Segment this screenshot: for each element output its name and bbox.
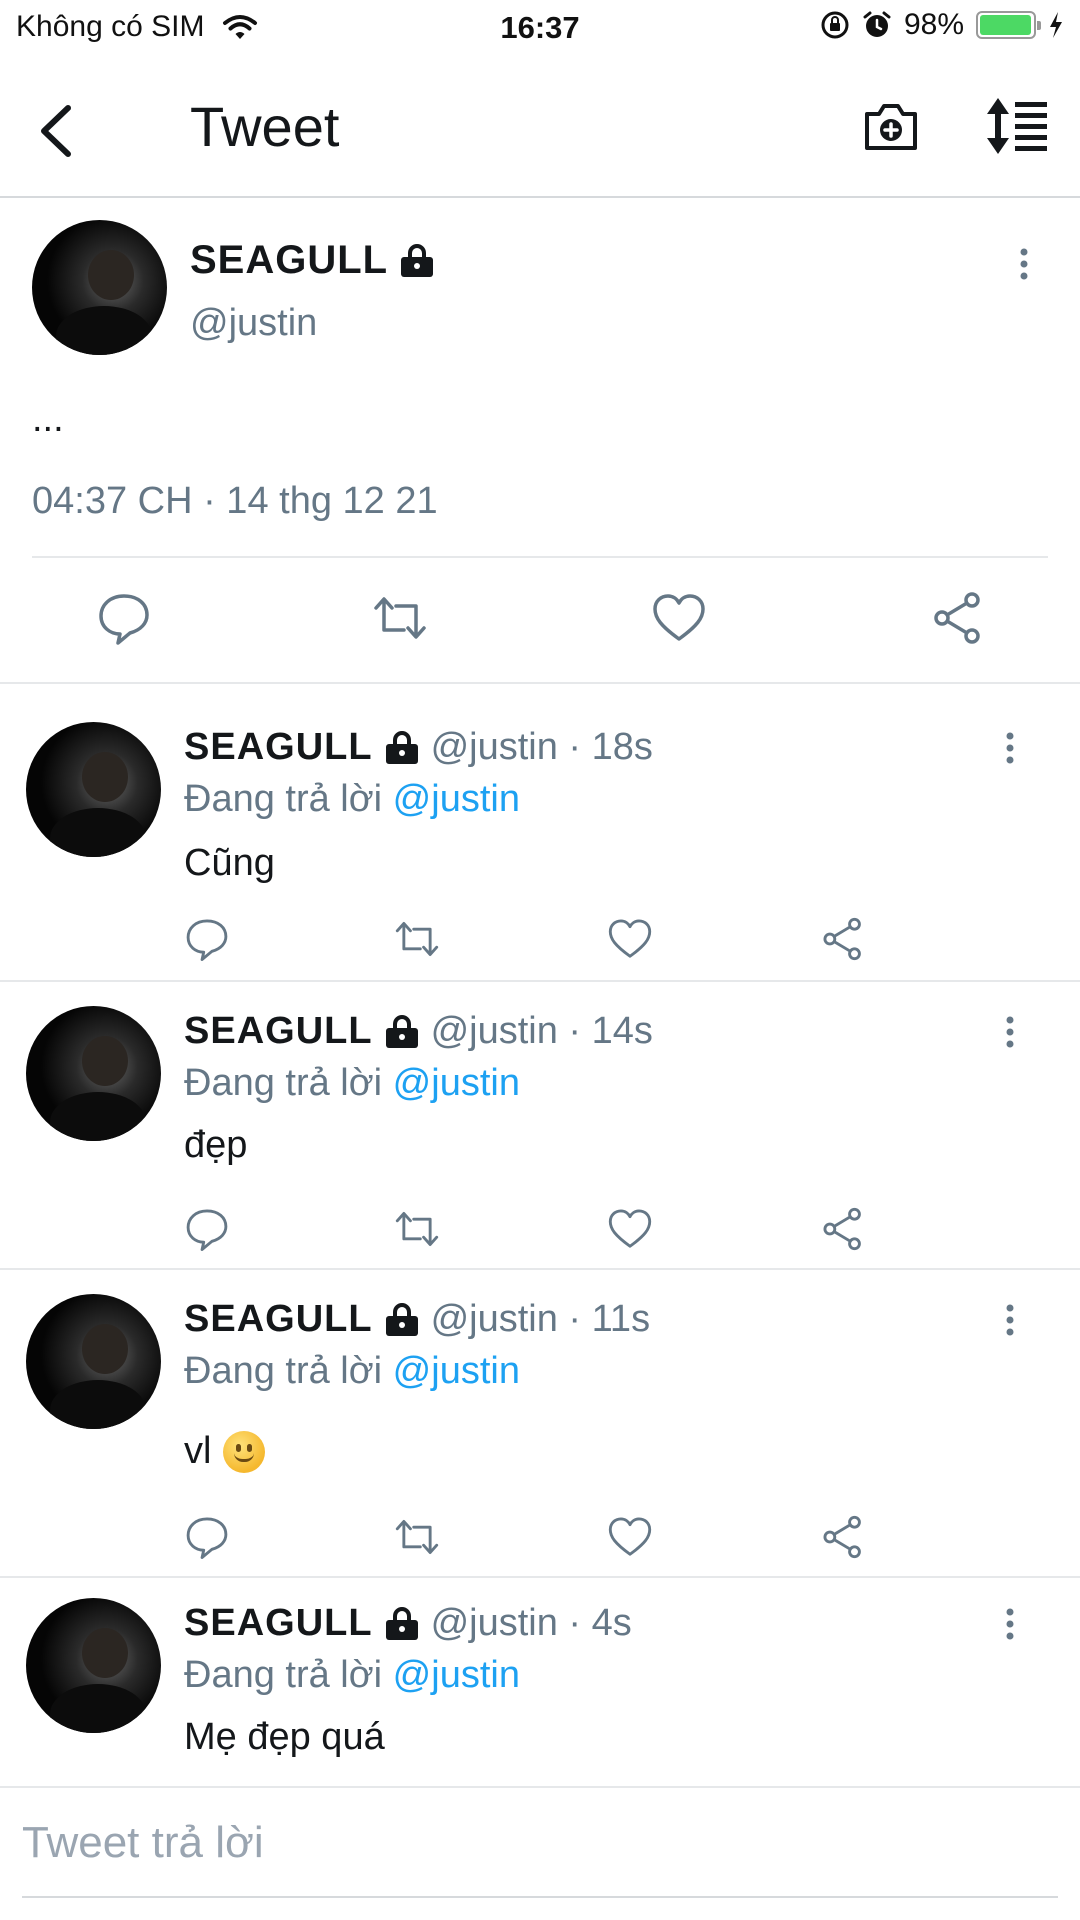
share-icon[interactable] <box>930 590 986 646</box>
author-handle[interactable]: @justin <box>190 302 317 345</box>
rotation-lock-icon <box>821 11 849 39</box>
slightly-smiling-face-icon <box>223 1430 266 1473</box>
reply-text-row: vl <box>184 1430 266 1473</box>
mention-link[interactable]: @justin <box>393 1350 520 1392</box>
tweet-actions <box>0 590 1080 650</box>
mention-link[interactable]: @justin <box>393 1062 520 1104</box>
author-name: SEAGULL <box>184 1010 373 1052</box>
avatar[interactable] <box>32 220 167 355</box>
battery-percent: 98% <box>903 8 964 41</box>
tweet-text: ... <box>32 398 64 440</box>
alarm-icon <box>863 11 891 37</box>
lock-icon <box>385 730 418 764</box>
avatar[interactable] <box>26 1006 161 1141</box>
lock-icon <box>385 1606 418 1640</box>
replying-to: Đang trả lời @justin <box>184 1654 520 1697</box>
share-icon[interactable] <box>820 916 866 962</box>
lock-icon <box>401 243 434 277</box>
reply-icon[interactable] <box>184 916 230 962</box>
handle-and-time: @justin · 4s <box>430 1602 632 1644</box>
author-name: SEAGULL <box>190 238 389 282</box>
more-options-icon[interactable] <box>1000 1606 1020 1646</box>
divider <box>32 556 1048 558</box>
replying-to: Đang trả lời @justin <box>184 1062 520 1105</box>
mention-link[interactable]: @justin <box>393 1654 520 1696</box>
back-arrow-icon[interactable] <box>30 96 90 166</box>
retweet-icon[interactable] <box>394 1206 440 1252</box>
reply-icon[interactable] <box>184 1206 230 1252</box>
like-icon[interactable] <box>607 1514 653 1560</box>
input-underline <box>22 1896 1058 1898</box>
battery-icon <box>976 11 1041 39</box>
reply-tweet[interactable]: SEAGULL @justin · 11s Đang trả lời @just… <box>0 1272 1080 1578</box>
main-tweet: SEAGULL @justin ... 04:37 CH · 14 thg 12… <box>0 200 1080 684</box>
more-options-icon[interactable] <box>1000 1014 1020 1054</box>
replying-label: Đang trả lời <box>184 1654 383 1696</box>
reply-tweet[interactable]: SEAGULL @justin · 18s Đang trả lời @just… <box>0 686 1080 982</box>
author-name: SEAGULL <box>184 726 373 768</box>
reply-text: Mẹ đẹp quá <box>184 1716 385 1758</box>
author-name: SEAGULL <box>184 1602 373 1644</box>
replying-to: Đang trả lời @justin <box>184 1350 520 1393</box>
like-icon[interactable] <box>651 590 707 646</box>
reply-actions <box>0 1514 1080 1562</box>
tweet-timestamp: 04:37 CH · 14 thg 12 21 <box>32 480 438 522</box>
handle-and-time: @justin · 18s <box>430 726 653 768</box>
like-icon[interactable] <box>607 916 653 962</box>
status-bar: Không có SIM 16:37 98% <box>0 0 1080 54</box>
reply-composer <box>0 1786 1080 1920</box>
lock-icon <box>385 1014 418 1048</box>
handle-and-time: @justin · 14s <box>430 1010 653 1052</box>
replying-to: Đang trả lời @justin <box>184 778 520 821</box>
replying-label: Đang trả lời <box>184 1062 383 1104</box>
retweet-icon[interactable] <box>372 590 428 646</box>
like-icon[interactable] <box>607 1206 653 1252</box>
reply-header: SEAGULL @justin · 18s <box>184 726 653 769</box>
replying-label: Đang trả lời <box>184 1350 383 1392</box>
author-name-row: SEAGULL <box>190 238 436 283</box>
share-icon[interactable] <box>820 1206 866 1252</box>
reply-actions <box>0 1206 1080 1254</box>
more-options-icon[interactable] <box>1000 1302 1020 1342</box>
author-name: SEAGULL <box>184 1298 373 1340</box>
status-right: 98% <box>820 8 1064 42</box>
reply-tweet[interactable]: SEAGULL @justin · 14s Đang trả lời @just… <box>0 984 1080 1270</box>
reply-actions <box>0 916 1080 964</box>
camera-plus-icon[interactable] <box>862 98 920 156</box>
reply-tweet[interactable]: SEAGULL @justin · 4s Đang trả lời @justi… <box>0 1580 1080 1786</box>
reply-input[interactable] <box>22 1808 1058 1878</box>
lock-icon <box>385 1302 418 1336</box>
retweet-icon[interactable] <box>394 1514 440 1560</box>
reply-text: vl <box>184 1430 212 1472</box>
avatar[interactable] <box>26 722 161 857</box>
reply-icon[interactable] <box>96 590 152 646</box>
reply-text-row: đẹp <box>184 1124 247 1167</box>
replying-label: Đang trả lời <box>184 778 383 820</box>
reply-header: SEAGULL @justin · 14s <box>184 1010 653 1053</box>
handle-and-time: @justin · 11s <box>430 1298 651 1340</box>
reply-text-row: Cũng <box>184 842 275 885</box>
retweet-icon[interactable] <box>394 916 440 962</box>
avatar[interactable] <box>26 1598 161 1733</box>
reply-icon[interactable] <box>184 1514 230 1560</box>
avatar[interactable] <box>26 1294 161 1429</box>
more-options-icon[interactable] <box>1000 730 1020 770</box>
more-options-icon[interactable] <box>1014 246 1034 286</box>
page-title: Tweet <box>190 95 340 158</box>
reply-text: đẹp <box>184 1124 248 1166</box>
sort-icon[interactable] <box>985 96 1049 156</box>
reply-text-row: Mẹ đẹp quá <box>184 1716 385 1759</box>
reply-header: SEAGULL @justin · 11s <box>184 1298 650 1341</box>
nav-bar: Tweet <box>0 70 1080 198</box>
charging-bolt-icon <box>1050 12 1062 38</box>
share-icon[interactable] <box>820 1514 866 1560</box>
reply-text: Cũng <box>184 842 275 884</box>
mention-link[interactable]: @justin <box>393 778 520 820</box>
reply-header: SEAGULL @justin · 4s <box>184 1602 632 1645</box>
